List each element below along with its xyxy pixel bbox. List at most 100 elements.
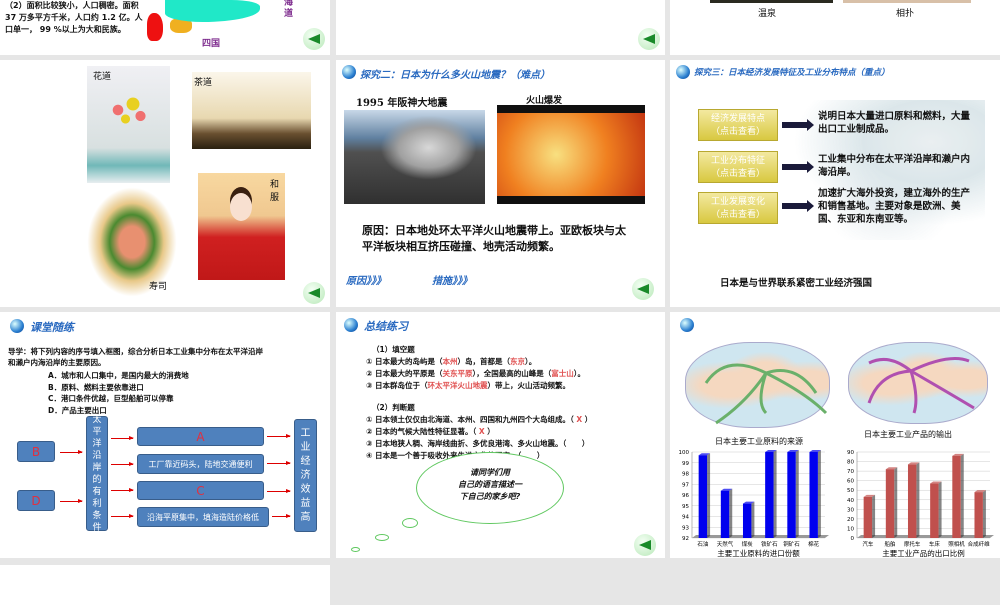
x-tick-label: 车床 bbox=[929, 540, 941, 548]
kyushu-shape bbox=[147, 13, 163, 41]
bar bbox=[863, 496, 873, 538]
bar-side bbox=[938, 481, 942, 538]
arrow-icon bbox=[111, 436, 134, 440]
q: ）。 bbox=[524, 357, 537, 366]
footer-text: 日本是与世界联系紧密工业经济强国 bbox=[720, 278, 873, 289]
slide-title: 课堂随练 bbox=[30, 321, 74, 334]
bar bbox=[698, 455, 708, 538]
q: ） bbox=[536, 451, 545, 460]
x-tick-label: 棉花 bbox=[808, 540, 820, 548]
answer-box-a[interactable]: A bbox=[137, 427, 264, 446]
slide-thumbnail-5[interactable]: 探究二：日本为什么多火山地震？（难点） 1995 年阪神大地震 火山爆发 原因：… bbox=[336, 60, 665, 307]
arrow-icon bbox=[782, 119, 814, 131]
bar-side bbox=[872, 494, 876, 538]
answer: 东京 bbox=[509, 357, 525, 366]
fill-heading: （1）填空题 bbox=[372, 345, 415, 354]
slide-thumbnail-6[interactable]: 探究三：日本经济发展特征及工业分布特点（重点） 经济发展特点 （点击查看） 说明日… bbox=[670, 60, 1000, 307]
arrow-icon bbox=[272, 514, 291, 518]
answer: X bbox=[576, 415, 583, 424]
cause-text: 原因：日本地处环太平洋火山地震带上。亚欧板块与太平洋板块相互挤压碰撞、地壳活动频… bbox=[362, 224, 626, 253]
y-tick-label: 90 bbox=[847, 450, 854, 456]
row-text-box: 沿海平原集中，填海造陆价格低 bbox=[137, 507, 269, 527]
development-change-text: 加速扩大海外投资，建立海外的生产和销售基地。主要对象是欧洲、美国、东亚和东南亚等… bbox=[818, 188, 971, 225]
answer-box-b[interactable]: B bbox=[17, 441, 55, 462]
slide-thumbnail-8[interactable]: 总结练习 （1）填空题 ① 日本最大的岛屿是（本州）岛，首都是（东京）。 ② 日… bbox=[336, 312, 665, 558]
y-tick-label: 93 bbox=[682, 525, 689, 531]
answer-box-c[interactable]: C bbox=[137, 481, 264, 500]
back-button-icon[interactable] bbox=[634, 534, 656, 556]
raw-material-map bbox=[685, 342, 830, 428]
slide-thumbnail-1[interactable]: （2）面积比较狭小，人口稠密。面积 37 万多平方千米，人口约 1.2 亿。人口… bbox=[0, 0, 330, 55]
x-axis-label: 主要工业产品的出口比例 bbox=[882, 548, 965, 558]
x-tick-label: 天然气 bbox=[717, 540, 734, 548]
globe-icon bbox=[344, 318, 358, 332]
kimono-image: 和服 bbox=[198, 173, 285, 280]
q: ）。 bbox=[573, 369, 585, 378]
slide-thumbnail-9[interactable]: 日本主要工业原料的来源 日本主要工业产品的输出 92 93 94 95 96 97 98 99… bbox=[670, 312, 1000, 558]
economy-feature-button[interactable]: 经济发展特点 （点击查看） bbox=[698, 109, 778, 141]
label-hokkaido: 海道 bbox=[284, 0, 294, 19]
volcano-image bbox=[497, 105, 645, 204]
option-b: B．原料、燃料主要依靠进口 bbox=[48, 382, 144, 392]
flowers bbox=[103, 86, 153, 146]
x-axis-floor bbox=[857, 535, 994, 538]
earthquake-caption: 1995 年阪神大地震 bbox=[356, 98, 448, 109]
y-tick-label: 98 bbox=[682, 472, 689, 478]
bar bbox=[885, 469, 895, 538]
globe-icon bbox=[10, 319, 24, 333]
answer: 环太平洋火山地震 bbox=[427, 381, 488, 390]
y-tick-label: 95 bbox=[682, 504, 689, 510]
answer: 本州 bbox=[442, 357, 458, 366]
y-tick-label: 0 bbox=[851, 536, 855, 542]
y-tick-label: 92 bbox=[682, 536, 689, 542]
slide-thumbnail-7[interactable]: 课堂随练 导学：将下列内容的序号填入框图，综合分析日本工业集中分布在太平洋沿岸和… bbox=[0, 312, 330, 558]
onsen-image bbox=[710, 0, 833, 3]
distribution-feature-button[interactable]: 工业分布特征 （点击查看） bbox=[698, 151, 778, 183]
x-tick-label: 石油 bbox=[697, 540, 709, 548]
map2-caption: 日本主要工业产品的输出 bbox=[864, 430, 952, 439]
back-button-icon[interactable] bbox=[303, 28, 325, 50]
slide-thumbnail-3[interactable]: 温泉 相扑 bbox=[670, 0, 1000, 55]
slide-thumbnail-10[interactable] bbox=[0, 565, 330, 605]
back-button-icon[interactable] bbox=[638, 28, 660, 50]
judge-item-3: ③ 日本地狭人稠、海岸线曲折、多优良港湾、多火山地震。（ ） bbox=[366, 438, 665, 450]
slide-thumbnail-4[interactable]: 花道 茶道 寿司 和服 bbox=[0, 60, 330, 307]
bar-side bbox=[817, 450, 821, 538]
x-tick-label: 摩托车 bbox=[904, 540, 921, 548]
y-tick-label: 20 bbox=[847, 517, 854, 523]
export-arrows bbox=[867, 357, 975, 414]
y-tick-label: 99 bbox=[682, 461, 689, 467]
ikebana-image: 花道 bbox=[87, 66, 170, 183]
answer-box-d[interactable]: D bbox=[17, 490, 55, 511]
arrow-icon bbox=[267, 489, 291, 493]
q: ） bbox=[487, 427, 495, 436]
slide-thumbnail-2[interactable] bbox=[336, 0, 665, 55]
y-tick-label: 10 bbox=[847, 526, 854, 532]
x-tick-label: 煤炭 bbox=[742, 540, 754, 548]
back-button-icon[interactable] bbox=[632, 278, 654, 300]
bar bbox=[787, 452, 796, 538]
judge-item-2: ② 日本的气候大陆性特征显著。（ X ） bbox=[366, 426, 665, 438]
cause-link[interactable]: 原因》》》 bbox=[346, 272, 386, 287]
row-text-box: 工厂靠近码头，陆地交通便利 bbox=[137, 454, 264, 474]
bar-side bbox=[916, 462, 920, 538]
x-tick-label: 照相机 bbox=[948, 540, 965, 548]
earthquake-image bbox=[344, 110, 485, 204]
q: ）带上，火山活动频繁。 bbox=[487, 381, 570, 390]
bar-side bbox=[707, 453, 711, 538]
bar-side bbox=[960, 453, 964, 538]
y-tick-label: 40 bbox=[847, 498, 854, 504]
arrow-icon bbox=[111, 488, 134, 492]
bar-side bbox=[773, 450, 777, 538]
box-sub: （点击查看） bbox=[710, 210, 765, 220]
chado-image: 茶道 bbox=[192, 72, 311, 149]
x-tick-label: 船舶 bbox=[885, 540, 896, 548]
measures-link[interactable]: 措施》》》 bbox=[432, 272, 472, 287]
development-change-button[interactable]: 工业发展变化 （点击查看） bbox=[698, 192, 778, 224]
y-tick-label: 80 bbox=[847, 460, 854, 466]
option-d: D．产品主要出口 bbox=[48, 405, 107, 415]
option-c: C．港口条件优越，巨型船舶可以停靠 bbox=[48, 394, 174, 403]
back-button-icon[interactable] bbox=[303, 282, 325, 304]
cloud-bubble bbox=[351, 547, 360, 552]
bar bbox=[765, 452, 774, 538]
